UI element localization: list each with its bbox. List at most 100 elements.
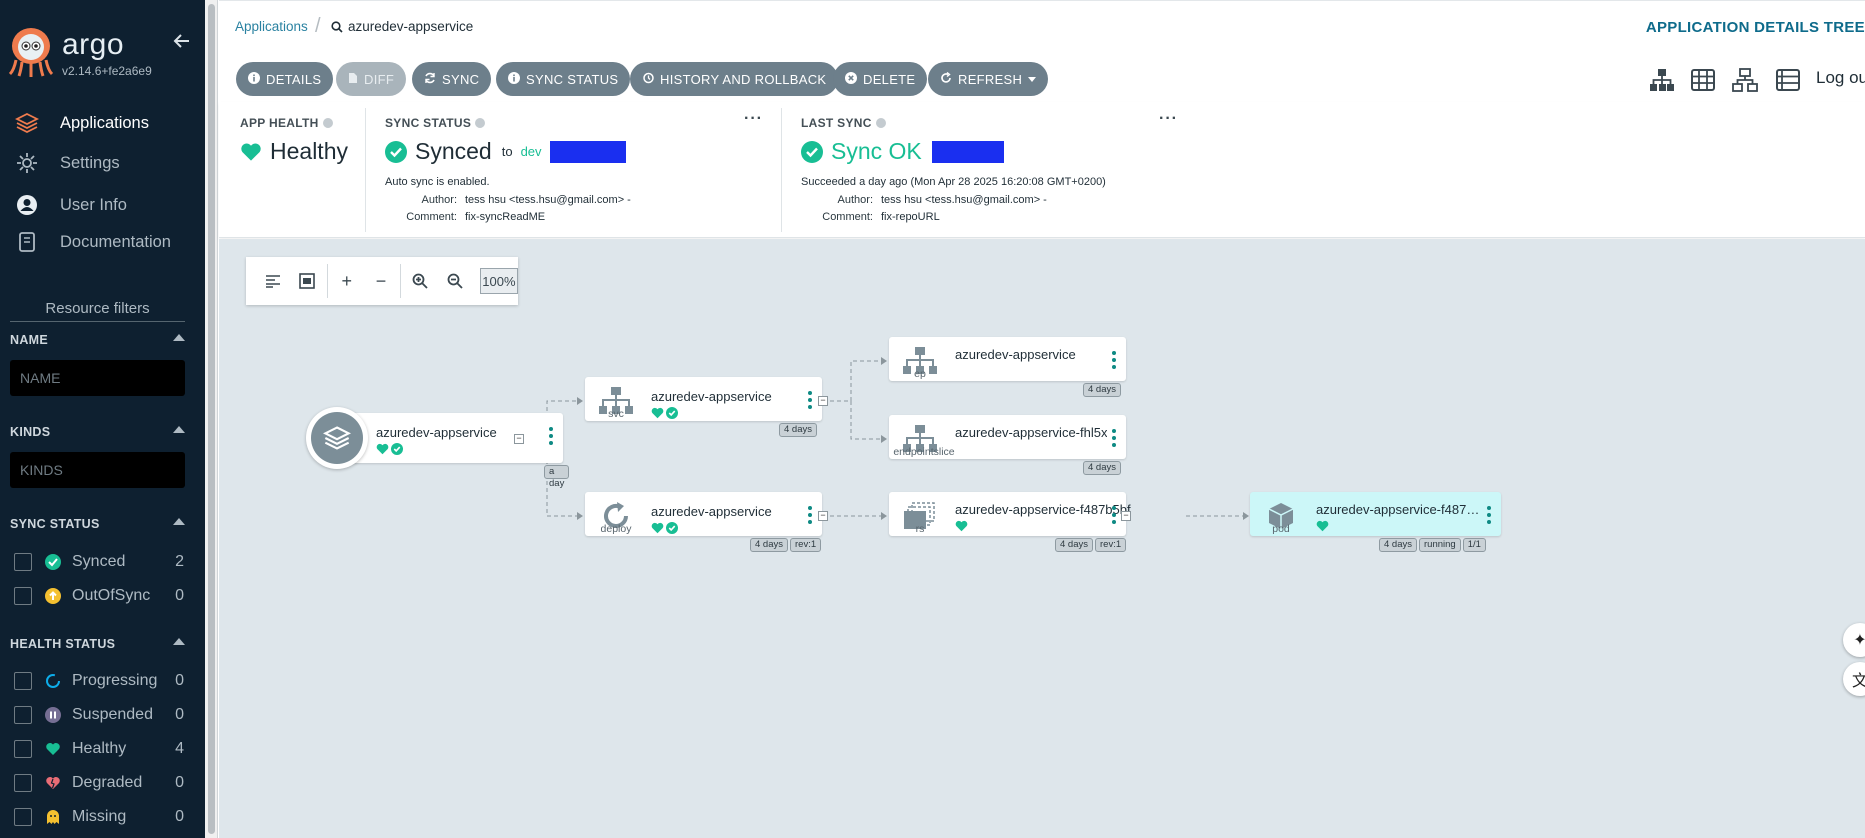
checkbox[interactable] <box>14 553 32 571</box>
collapse-sidebar-arrow-icon[interactable] <box>171 31 191 51</box>
filter-out-of-sync[interactable]: OutOfSync 0 <box>14 584 184 608</box>
collapse-sync-status-caret-icon[interactable] <box>173 518 185 525</box>
endpointslice-node[interactable]: endpointslice azuredev-appservice-fhl5x <box>889 415 1126 459</box>
app-node[interactable]: azuredev-appservice a day <box>306 407 570 489</box>
collapse-name-caret-icon[interactable] <box>173 334 185 341</box>
rs-node[interactable]: rs azuredev-appservice-f487b5bf <box>889 492 1131 536</box>
sync-status-more-icon[interactable]: ··· <box>744 110 763 128</box>
nav-settings[interactable]: Settings <box>14 149 120 177</box>
filter-label: Degraded <box>72 774 143 791</box>
help-icon[interactable] <box>322 118 333 128</box>
filter-suspended[interactable]: Suspended 0 <box>14 703 184 727</box>
pod-node-tags: 4 days running 1/1 <box>1379 538 1486 552</box>
kebab-menu-icon[interactable] <box>1112 506 1116 524</box>
heart-icon <box>376 443 389 455</box>
sync-button[interactable]: SYNC <box>412 62 492 96</box>
last-sync-author-row: Author: tess hsu <tess.hsu@gmail.com> - <box>801 194 1047 206</box>
kebab-menu-icon[interactable] <box>549 427 553 445</box>
tree-view-icon[interactable] <box>1648 66 1676 94</box>
app-health-label: APP HEALTH <box>240 116 333 130</box>
sidebar-scrollbar[interactable] <box>205 0 218 838</box>
breadcrumb-applications[interactable]: Applications <box>235 19 308 34</box>
synced-check-icon <box>391 443 403 455</box>
kebab-menu-icon[interactable] <box>808 391 812 409</box>
age-tag: 4 days <box>750 538 788 552</box>
filter-healthy[interactable]: Healthy 4 <box>14 737 184 761</box>
pods-grid-view-icon[interactable] <box>1689 66 1717 94</box>
scrollbar-thumb[interactable] <box>208 4 215 834</box>
app-node-collapse-toggle[interactable]: − <box>514 434 524 444</box>
checkbox[interactable] <box>14 587 32 605</box>
graph-edges <box>519 357 1249 520</box>
nav-applications[interactable]: Applications <box>14 109 149 137</box>
deploy-node-collapse-toggle[interactable]: − <box>818 511 828 521</box>
list-view-icon[interactable] <box>1774 66 1802 94</box>
filter-kinds-title: KINDS <box>10 425 51 439</box>
kebab-menu-icon[interactable] <box>1112 351 1116 369</box>
nav-label: User Info <box>60 195 127 214</box>
divider <box>781 108 782 232</box>
checkbox[interactable] <box>14 808 32 826</box>
diff-button[interactable]: DIFF <box>336 62 407 96</box>
app-node-tags: a day <box>544 465 570 489</box>
checkbox[interactable] <box>14 706 32 724</box>
filter-missing[interactable]: Missing 0 <box>14 805 184 829</box>
kebab-menu-icon[interactable] <box>1112 429 1116 447</box>
app-health-value[interactable]: Healthy <box>240 138 348 165</box>
collapse-kinds-caret-icon[interactable] <box>173 426 185 433</box>
filter-label: Synced <box>72 553 126 570</box>
redacted-block <box>549 140 626 163</box>
out-of-sync-icon <box>44 587 62 605</box>
refresh-button[interactable]: REFRESH <box>928 62 1049 96</box>
checkbox[interactable] <box>14 672 32 690</box>
app-node-card[interactable]: azuredev-appservice <box>334 413 563 463</box>
ep-node[interactable]: ep azuredev-appservice <box>889 337 1126 381</box>
rs-node-collapse-toggle[interactable]: − <box>1121 511 1131 521</box>
filter-progressing[interactable]: Progressing 0 <box>14 669 184 693</box>
kinds-filter-input[interactable] <box>10 452 185 488</box>
filter-count: 0 <box>175 587 184 604</box>
help-icon[interactable] <box>475 118 486 128</box>
sync-status-button[interactable]: SYNC STATUS <box>496 62 631 96</box>
caret-down-icon <box>1028 76 1037 82</box>
last-sync-value[interactable]: Sync OK <box>801 138 1004 165</box>
sync-target[interactable]: dev <box>521 144 542 159</box>
breadcrumb-current[interactable]: azuredev-appservice <box>331 19 473 34</box>
help-icon[interactable] <box>875 118 886 128</box>
nav-label: Documentation <box>60 232 171 251</box>
checkbox[interactable] <box>14 740 32 758</box>
status-panel: APP HEALTH Healthy SYNC STATUS ··· Synce… <box>219 102 1865 238</box>
collapse-health-status-caret-icon[interactable] <box>173 638 185 645</box>
checkbox[interactable] <box>14 774 32 792</box>
comment-label: Comment: <box>406 211 457 223</box>
refresh-label: REFRESH <box>958 71 1023 87</box>
details-button[interactable]: DETAILS <box>236 62 334 96</box>
pod-node[interactable]: pod azuredev-appservice-f487b5b... <box>1250 492 1501 536</box>
top-bar: Applications / azuredev-appservice APPLI… <box>219 0 1865 56</box>
argo-logo[interactable] <box>8 24 54 78</box>
logout-link[interactable]: Log out <box>1816 68 1865 88</box>
delete-button[interactable]: DELETE <box>833 62 928 96</box>
kebab-menu-icon[interactable] <box>1487 506 1491 524</box>
svc-node-collapse-toggle[interactable]: − <box>818 396 828 406</box>
nav-user-info[interactable]: User Info <box>14 191 127 219</box>
filter-synced[interactable]: Synced 2 <box>14 550 184 574</box>
progressing-icon <box>44 672 62 690</box>
sync-status-value[interactable]: Synced to dev <box>385 138 626 165</box>
synced-check-icon <box>666 407 678 419</box>
resource-tree-canvas[interactable]: + − 100% azuredev-appservice a day − svc… <box>219 239 1865 838</box>
name-filter-input[interactable] <box>10 360 185 396</box>
age-tag: 4 days <box>779 423 817 437</box>
auto-sync-text: Auto sync is enabled. <box>385 176 490 188</box>
history-and-rollback-button[interactable]: HISTORY AND ROLLBACK <box>630 62 839 96</box>
svc-node[interactable]: svc azuredev-appservice <box>585 377 822 421</box>
filter-degraded[interactable]: Degraded 0 <box>14 771 184 795</box>
last-sync-more-icon[interactable]: ··· <box>1159 110 1178 128</box>
comment-value: fix-repoURL <box>881 211 940 223</box>
deploy-node[interactable]: deploy azuredev-appservice <box>585 492 822 536</box>
author-value: tess hsu <tess.hsu@gmail.com> - <box>465 194 631 206</box>
nav-documentation[interactable]: Documentation <box>14 228 171 256</box>
kebab-menu-icon[interactable] <box>808 506 812 524</box>
network-view-icon[interactable] <box>1731 66 1759 94</box>
app-node-name: azuredev-appservice <box>376 425 497 440</box>
